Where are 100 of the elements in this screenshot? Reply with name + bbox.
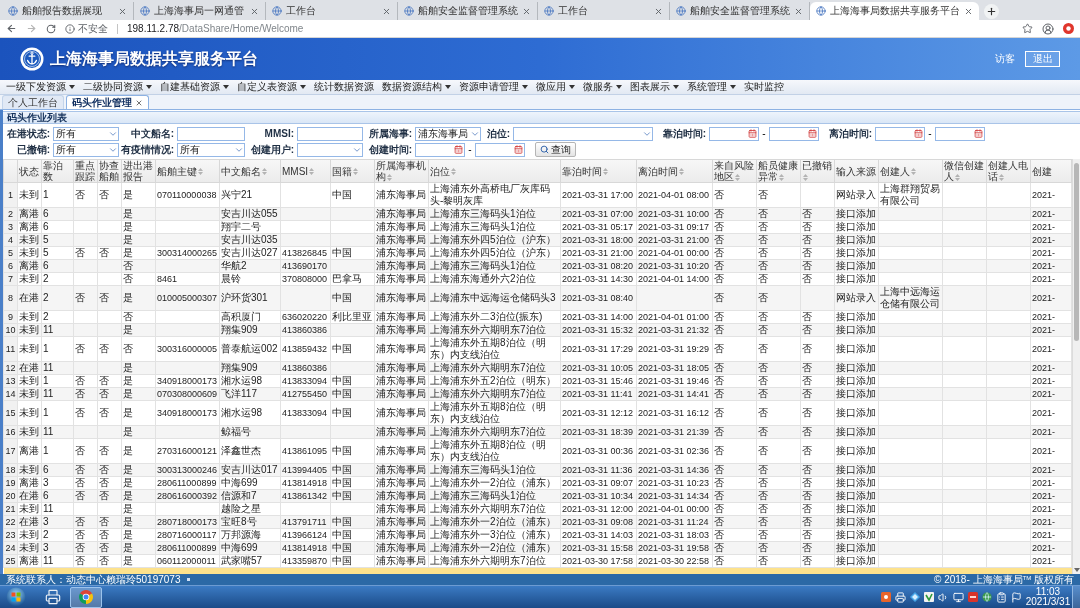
table-cell: 浦东海事局 [374, 259, 429, 273]
date-field[interactable] [769, 126, 819, 141]
reload-icon[interactable] [46, 23, 56, 34]
table-cell: 接口添加 [834, 272, 879, 286]
column-header[interactable]: MMSI [280, 159, 331, 183]
column-header[interactable]: 船舶主键 [155, 159, 220, 183]
security-chip[interactable]: 不安全 [65, 22, 108, 35]
select-field[interactable]: 所有 [53, 126, 119, 141]
menu-item[interactable]: 资源申请管理 [455, 81, 532, 93]
table-cell: 否 [73, 285, 98, 311]
input-field[interactable] [177, 126, 245, 141]
app-tile-icon[interactable] [881, 592, 891, 602]
close-icon[interactable] [250, 6, 259, 16]
select-field[interactable]: 浦东海事局 [415, 126, 481, 141]
select-field[interactable]: 所有 [53, 142, 119, 157]
circle-icon[interactable] [1063, 23, 1074, 34]
column-header[interactable]: 创建人 [878, 159, 943, 183]
close-icon[interactable] [118, 6, 127, 16]
calendar-icon[interactable] [454, 145, 463, 154]
menu-item[interactable]: 微应用 [532, 81, 579, 93]
scrollbar-thumb[interactable] [1074, 163, 1079, 341]
menu-item[interactable]: 一级下发资源 [2, 81, 79, 93]
table-cell: 接口添加 [834, 246, 879, 260]
search-button[interactable]: 查询 [535, 142, 576, 157]
column-header[interactable]: 国籍 [330, 159, 375, 183]
app-tile-icon[interactable] [968, 592, 978, 602]
flag-icon[interactable] [1011, 591, 1022, 603]
table-cell: 413359870 [280, 554, 331, 568]
date-field[interactable] [935, 126, 985, 141]
show-desktop-button[interactable] [1072, 585, 1080, 608]
close-icon[interactable] [382, 6, 391, 16]
column-header[interactable]: 靠泊时间 [560, 159, 637, 183]
calendar-icon[interactable] [808, 129, 817, 138]
close-icon[interactable] [964, 6, 973, 16]
date-field[interactable] [875, 126, 925, 141]
menu-item[interactable]: 实时监控 [740, 81, 788, 93]
menu-item[interactable]: 微服务 [579, 81, 626, 93]
menu-item[interactable]: 图表展示 [626, 81, 683, 93]
table-cell: 接口添加 [834, 233, 879, 247]
close-icon[interactable] [654, 6, 663, 16]
select-field[interactable]: 所有 [177, 142, 245, 157]
column-header[interactable]: 创建人电话 [986, 159, 1031, 183]
column-header[interactable]: 离泊时间 [636, 159, 713, 183]
sort-icon [911, 168, 916, 176]
globe-icon[interactable] [982, 592, 992, 602]
speaker-icon[interactable] [938, 591, 949, 603]
page-tab[interactable]: 个人工作台 [2, 95, 64, 109]
date-field[interactable] [709, 126, 759, 141]
menu-item[interactable]: 系统管理 [683, 81, 740, 93]
printer-icon[interactable] [45, 589, 61, 605]
browser-icon[interactable] [78, 589, 94, 605]
close-icon[interactable] [135, 98, 143, 107]
table-cell: 未到 [17, 310, 42, 324]
column-header: 靠泊数 [41, 159, 74, 183]
page-tab[interactable]: 码头作业管理 [66, 95, 149, 109]
select-field[interactable] [297, 142, 363, 157]
back-icon[interactable] [6, 23, 17, 34]
column-header[interactable]: 来自风险地区 [712, 159, 757, 183]
caret-icon [300, 85, 306, 89]
select-field[interactable] [513, 126, 653, 141]
clipboard-icon[interactable] [996, 591, 1007, 603]
input-field[interactable] [297, 126, 363, 141]
column-header[interactable]: 中文船名 [219, 159, 281, 183]
scroll-down-icon[interactable] [1073, 568, 1080, 572]
column-header[interactable]: 微信创建人 [942, 159, 987, 183]
date-field[interactable] [475, 142, 525, 157]
table-cell: 否 [800, 246, 835, 260]
table-cell: 否 [73, 528, 98, 542]
table-cell: 离港 [17, 220, 42, 234]
url-text[interactable]: 198.11.2.78/DataShare/Home/Welcome [127, 22, 1013, 35]
calendar-icon[interactable] [514, 145, 523, 154]
calendar-icon[interactable] [974, 129, 983, 138]
calendar-icon[interactable] [914, 129, 923, 138]
menu-item[interactable]: 数据资源结构 [378, 81, 455, 93]
table-cell: 否 [712, 425, 757, 439]
table-cell: 翔宇二号 [219, 220, 281, 234]
calendar-icon[interactable] [748, 129, 757, 138]
menu-item[interactable]: 自定义表资源 [233, 81, 310, 93]
start-orb-icon[interactable] [6, 587, 26, 607]
menu-item[interactable]: 二级协同资源 [79, 81, 156, 93]
date-field[interactable] [415, 142, 465, 157]
monitor-icon[interactable] [953, 591, 964, 603]
scrollbar[interactable] [1072, 159, 1080, 574]
column-header[interactable]: 泊位 [428, 159, 561, 183]
star-icon[interactable] [1022, 23, 1033, 34]
account-icon[interactable] [1042, 22, 1054, 35]
column-header[interactable]: 已撤销 [800, 159, 835, 183]
sort-icon [679, 168, 684, 176]
menu-item[interactable]: 自建基础资源 [156, 81, 233, 93]
menu-item[interactable]: 统计数据资源 [310, 81, 378, 93]
column-header[interactable]: 船员健康异常 [756, 159, 801, 183]
close-icon[interactable] [794, 6, 803, 16]
table-cell: 2021-03-31 14:41 [636, 387, 713, 401]
printer-icon[interactable] [895, 591, 906, 603]
new-tab-button[interactable] [984, 3, 999, 19]
close-icon[interactable] [522, 6, 531, 16]
browser-tab[interactable]: 上海海事局数据共享服务平台 [810, 2, 979, 20]
check-tile-icon[interactable] [924, 592, 934, 602]
column-header[interactable]: 所属海事机构 [374, 159, 429, 183]
diamond-icon[interactable] [910, 592, 920, 602]
